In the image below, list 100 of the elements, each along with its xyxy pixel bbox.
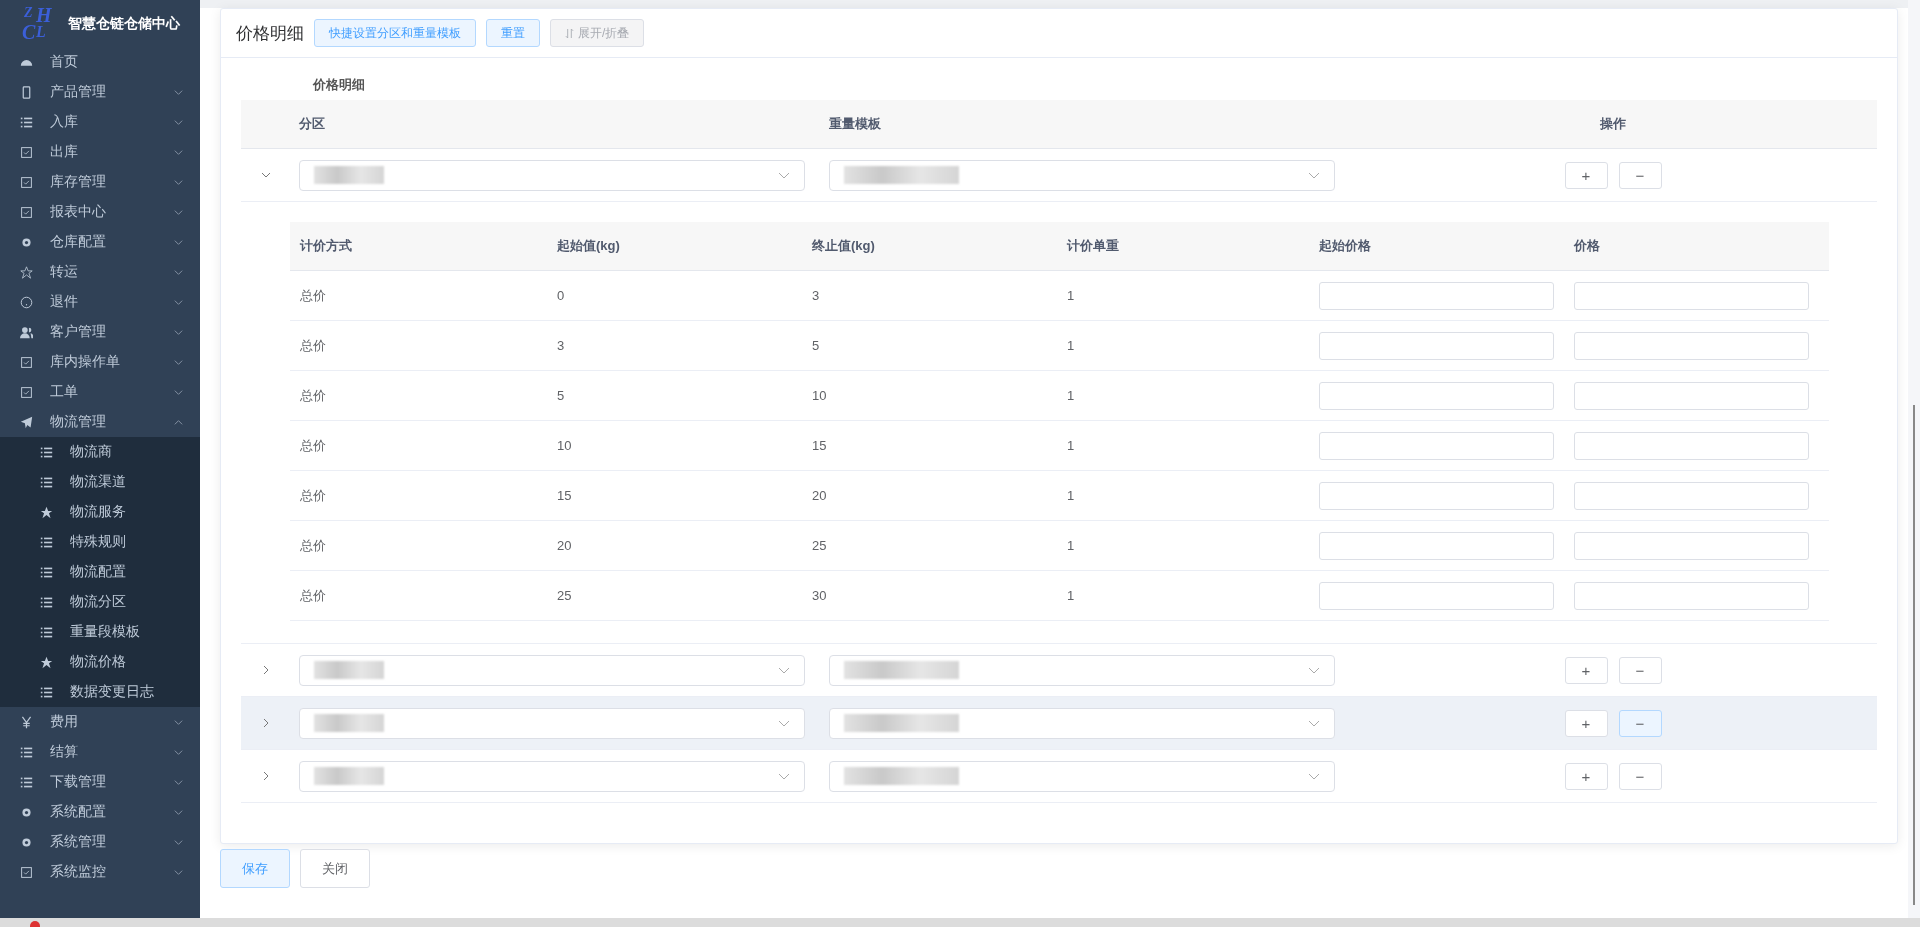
table-cell-text: 总价 (299, 336, 327, 355)
column-header: 计价单重 (1066, 237, 1120, 255)
sidebar-item[interactable]: 物流管理 (0, 407, 200, 437)
add-button[interactable]: + (1564, 762, 1608, 790)
plane-icon (20, 415, 33, 429)
start-price-input[interactable] (1319, 531, 1554, 560)
yen-icon (20, 715, 33, 729)
list-icon (40, 595, 53, 609)
remove-button[interactable]: − (1618, 656, 1662, 684)
zone-select[interactable] (299, 654, 805, 686)
column-header: 操作 (1600, 115, 1626, 133)
list-icon (40, 475, 53, 489)
price-input[interactable] (1574, 381, 1809, 410)
table-cell-text: 总价 (299, 486, 327, 505)
submenu-item[interactable]: 重量段模板 (0, 617, 200, 647)
submenu-item[interactable]: 物流配置 (0, 557, 200, 587)
sidebar-item[interactable]: 系统监控 (0, 857, 200, 887)
table-cell-text: 总价 (299, 536, 327, 555)
list-icon (20, 775, 33, 789)
submenu-item[interactable]: 特殊规则 (0, 527, 200, 557)
footer-button[interactable]: 关闭 (300, 849, 370, 888)
price-input[interactable] (1574, 331, 1809, 360)
start-price-input[interactable] (1319, 381, 1554, 410)
sidebar-item[interactable]: 系统管理 (0, 827, 200, 857)
sidebar-item[interactable]: 下载管理 (0, 767, 200, 797)
weight-template-select[interactable] (829, 760, 1335, 792)
add-button[interactable]: + (1564, 709, 1608, 737)
weight-template-select[interactable] (829, 654, 1335, 686)
table-cell-text: 总价 (299, 586, 327, 605)
table-cell-text: 30 (811, 588, 828, 603)
remove-button[interactable]: − (1618, 762, 1662, 790)
table-cell-text: 0 (556, 288, 566, 303)
sidebar-item[interactable]: 仓库配置 (0, 227, 200, 257)
table-cell-text: 1 (1066, 438, 1076, 453)
price-input[interactable] (1574, 481, 1809, 510)
add-button[interactable]: + (1564, 161, 1608, 189)
submenu-item[interactable]: 物流服务 (0, 497, 200, 527)
star-icon (40, 655, 53, 669)
zone-select[interactable] (299, 760, 805, 792)
submenu-item[interactable]: 物流价格 (0, 647, 200, 677)
sidebar-item[interactable]: 入库 (0, 107, 200, 137)
column-header: 起始价格 (1318, 237, 1372, 255)
start-price-input[interactable] (1319, 331, 1554, 360)
table-cell-text: 10 (556, 438, 573, 453)
price-input[interactable] (1574, 281, 1809, 310)
sidebar-item[interactable]: 工单 (0, 377, 200, 407)
sidebar-item[interactable]: 首页 (0, 47, 200, 77)
table-cell-text: 1 (1066, 538, 1076, 553)
price-input[interactable] (1574, 581, 1809, 610)
list-icon (40, 445, 53, 459)
sidebar-item[interactable]: 费用 (0, 707, 200, 737)
price-input[interactable] (1574, 431, 1809, 460)
weight-template-select[interactable] (829, 707, 1335, 739)
remove-button[interactable]: − (1618, 709, 1662, 737)
sidebar-item[interactable]: 系统配置 (0, 797, 200, 827)
submenu-item[interactable]: 物流渠道 (0, 467, 200, 497)
add-button[interactable]: + (1564, 656, 1608, 684)
brand-name: 智慧仓链仓储中心 (68, 14, 180, 33)
column-header: 计价方式 (299, 237, 353, 255)
sidebar-item[interactable]: 转运 (0, 257, 200, 287)
sidebar-item[interactable]: 库内操作单 (0, 347, 200, 377)
blurred-text (314, 166, 384, 184)
table-cell-text: 1 (1066, 288, 1076, 303)
weight-template-select[interactable] (829, 159, 1335, 191)
zone-select[interactable] (299, 707, 805, 739)
list-icon (20, 115, 33, 129)
table-cell-text: 总价 (299, 436, 327, 455)
submenu-item[interactable]: 数据变更日志 (0, 677, 200, 707)
start-price-input[interactable] (1319, 481, 1554, 510)
sidebar-item[interactable]: 退件 (0, 287, 200, 317)
table-cell-text: 1 (1066, 588, 1076, 603)
list-icon (40, 625, 53, 639)
table-cell-text: 1 (1066, 388, 1076, 403)
column-header: 价格 (1572, 237, 1601, 255)
blurred-text (314, 767, 384, 785)
column-header: 终止值(kg) (811, 237, 876, 255)
blurred-text (314, 714, 384, 732)
submenu-item[interactable]: 物流分区 (0, 587, 200, 617)
zone-select[interactable] (299, 159, 805, 191)
table-cell-text: 20 (811, 488, 828, 503)
sidebar-item[interactable]: 产品管理 (0, 77, 200, 107)
start-price-input[interactable] (1319, 431, 1554, 460)
table-cell-text: 1 (1066, 338, 1076, 353)
star-icon (40, 505, 53, 519)
table-cell-text: 总价 (299, 386, 327, 405)
sidebar-item[interactable]: 客户管理 (0, 317, 200, 347)
remove-button[interactable]: − (1618, 161, 1662, 189)
column-header: 分区 (299, 115, 325, 133)
sidebar-item[interactable]: 结算 (0, 737, 200, 767)
submenu-item[interactable]: 物流商 (0, 437, 200, 467)
sidebar-item[interactable]: 库存管理 (0, 167, 200, 197)
table-cell-text: 15 (556, 488, 573, 503)
start-price-input[interactable] (1319, 281, 1554, 310)
sidebar-item[interactable]: 报表中心 (0, 197, 200, 227)
start-price-input[interactable] (1319, 581, 1554, 610)
table-cell-text: 3 (811, 288, 821, 303)
list-icon (40, 565, 53, 579)
scrollbar[interactable] (1908, 0, 1920, 918)
price-input[interactable] (1574, 531, 1809, 560)
sidebar-item[interactable]: 出库 (0, 137, 200, 167)
